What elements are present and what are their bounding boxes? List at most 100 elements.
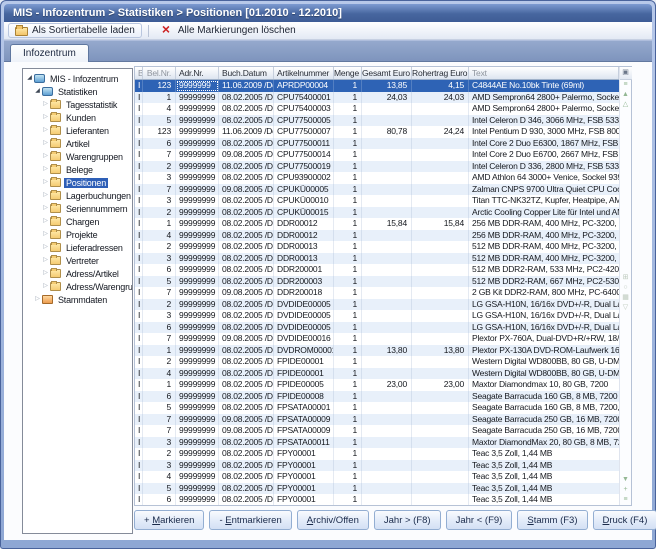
columns-icon[interactable]: ⊞ xyxy=(623,273,629,283)
expand-arrow-icon[interactable]: ▷ xyxy=(41,98,50,111)
table-cell[interactable]: 1 xyxy=(143,345,176,357)
table-cell[interactable]: 99999999 xyxy=(176,161,219,173)
table-cell[interactable] xyxy=(362,230,412,242)
table-cell[interactable]: 08.02.2005 /Di xyxy=(219,172,274,184)
table-cell[interactable] xyxy=(412,207,469,219)
table-cell[interactable] xyxy=(412,414,469,426)
table-cell[interactable]: 2 xyxy=(143,356,176,368)
table-cell[interactable]: CPUKÜ00005 xyxy=(274,184,334,196)
table-cell[interactable]: 1 xyxy=(334,195,362,207)
table-cell[interactable] xyxy=(412,310,469,322)
table-cell[interactable] xyxy=(362,287,412,299)
table-cell[interactable]: DVDROM00001 xyxy=(274,345,334,357)
table-cell[interactable]: LG GSA-H10N, 16/16x DVD+/-R, Dual Layer,… xyxy=(469,322,619,334)
table-cell[interactable] xyxy=(362,115,412,127)
table-cell[interactable]: 3 xyxy=(143,253,176,265)
table-cell[interactable]: 5 xyxy=(143,483,176,495)
footer-button-stamm-f3[interactable]: Stamm (F3) xyxy=(517,510,587,530)
table-cell[interactable]: FPY00001 xyxy=(274,494,334,505)
table-row[interactable]: I29999999908.02.2005 /DiDVDIDE000051LG G… xyxy=(135,299,619,311)
table-cell[interactable] xyxy=(362,207,412,219)
table-cell[interactable]: I xyxy=(135,241,143,253)
table-cell[interactable]: Intel Celeron D 336, 2800 MHz, FSB 533 M… xyxy=(469,161,619,173)
table-cell[interactable] xyxy=(362,391,412,403)
table-cell[interactable]: 24,03 xyxy=(362,92,412,104)
table-cell[interactable]: 08.02.2005 /Di xyxy=(219,379,274,391)
collapse-arrow-icon[interactable]: ◢ xyxy=(33,85,42,98)
table-cell[interactable]: DVDIDE00005 xyxy=(274,299,334,311)
table-cell[interactable] xyxy=(362,356,412,368)
table-cell[interactable]: 80,78 xyxy=(362,126,412,138)
table-cell[interactable]: I xyxy=(135,287,143,299)
table-row[interactable]: I39999999908.02.2005 /DiCPU939000021AMD … xyxy=(135,172,619,184)
table-cell[interactable]: CPU75400001 xyxy=(274,92,334,104)
tree-item-adress-artikel[interactable]: ▷Adress/Artikel xyxy=(23,267,132,280)
expand-arrow-icon[interactable]: ▷ xyxy=(41,111,50,124)
table-cell[interactable]: DDR00012 xyxy=(274,230,334,242)
table-row[interactable]: I69999999908.02.2005 /DiCPU775000111Inte… xyxy=(135,138,619,150)
table-cell[interactable]: LG GSA-H10N, 16/16x DVD+/-R, Dual Layer,… xyxy=(469,310,619,322)
table-cell[interactable]: 512 MB DDR2-RAM, 533 MHz, PC2-4200, MDT xyxy=(469,264,619,276)
table-cell[interactable]: C4844AE No.10bk Tinte (69ml) xyxy=(469,80,619,92)
table-cell[interactable]: Maxtor DiamondMax 20, 80 GB, 8 MB, 7200 xyxy=(469,437,619,449)
table-cell[interactable] xyxy=(412,149,469,161)
table-row[interactable]: I1239999999911.06.2009 /DoCPU77500007180… xyxy=(135,126,619,138)
table-cell[interactable]: 1 xyxy=(334,437,362,449)
table-cell[interactable]: CPUKÜ00010 xyxy=(274,195,334,207)
collapse-arrow-icon[interactable]: ◢ xyxy=(25,72,34,85)
table-cell[interactable] xyxy=(412,322,469,334)
table-cell[interactable] xyxy=(412,391,469,403)
table-cell[interactable]: 1 xyxy=(334,103,362,115)
table-cell[interactable]: 08.02.2005 /Di xyxy=(219,460,274,472)
table-row[interactable]: I19999999908.02.2005 /DiFPIDE00005123,00… xyxy=(135,379,619,391)
table-cell[interactable]: 09.08.2005 /Di xyxy=(219,333,274,345)
table-row[interactable]: I59999999908.02.2005 /DiFPY000011Teac 3,… xyxy=(135,483,619,495)
table-cell[interactable]: 1 xyxy=(334,253,362,265)
table-row[interactable]: I19999999908.02.2005 /DiDVDROM00001113,8… xyxy=(135,345,619,357)
table-cell[interactable]: APRDP00004 xyxy=(274,80,334,92)
table-cell[interactable]: 99999999 xyxy=(176,391,219,403)
table-cell[interactable] xyxy=(412,195,469,207)
table-cell[interactable] xyxy=(412,483,469,495)
table-cell[interactable]: I xyxy=(135,195,143,207)
footer-button-entmarkieren[interactable]: - Entmarkieren xyxy=(209,510,291,530)
table-cell[interactable]: 99999999 xyxy=(176,218,219,230)
table-row[interactable]: I39999999908.02.2005 /DiCPUKÜ000101Titan… xyxy=(135,195,619,207)
table-cell[interactable]: 24,03 xyxy=(412,92,469,104)
table-cell[interactable]: CPU93900002 xyxy=(274,172,334,184)
table-cell[interactable] xyxy=(412,103,469,115)
expand-arrow-icon[interactable]: ▷ xyxy=(41,254,50,267)
table-cell[interactable]: FPSATA00011 xyxy=(274,437,334,449)
table-cell[interactable]: I xyxy=(135,172,143,184)
table-cell[interactable]: 1 xyxy=(334,322,362,334)
table-cell[interactable]: FPIDE00008 xyxy=(274,391,334,403)
table-cell[interactable]: DVDIDE00016 xyxy=(274,333,334,345)
table-cell[interactable]: Seagate Barracuda 250 GB, 16 MB, 7200, N… xyxy=(469,414,619,426)
table-cell[interactable] xyxy=(362,310,412,322)
table-cell[interactable]: 3 xyxy=(143,437,176,449)
expand-arrow-icon[interactable]: ▷ xyxy=(41,202,50,215)
table-cell[interactable]: FPSATA00001 xyxy=(274,402,334,414)
table-cell[interactable]: I xyxy=(135,483,143,495)
table-cell[interactable]: 99999999 xyxy=(176,138,219,150)
table-cell[interactable]: 99999999 xyxy=(176,414,219,426)
table-cell[interactable]: 08.02.2005 /Di xyxy=(219,448,274,460)
table-cell[interactable]: 256 MB DDR-RAM, 400 MHz, PC-3200, MDT xyxy=(469,230,619,242)
table-row[interactable]: I39999999908.02.2005 /DiFPSATA000111Maxt… xyxy=(135,437,619,449)
table-cell[interactable]: CPU77500005 xyxy=(274,115,334,127)
table-cell[interactable]: 99999999 xyxy=(176,379,219,391)
table-cell[interactable]: 256 MB DDR-RAM, 400 MHz, PC-3200, MDT xyxy=(469,218,619,230)
table-cell[interactable]: CPU77500019 xyxy=(274,161,334,173)
add-row-icon[interactable]: + xyxy=(623,485,627,495)
table-cell[interactable]: 15,84 xyxy=(412,218,469,230)
table-cell[interactable]: 99999999 xyxy=(176,471,219,483)
table-cell[interactable]: Intel Core 2 Duo E6300, 1867 MHz, FSB 10… xyxy=(469,138,619,150)
table-cell[interactable]: I xyxy=(135,299,143,311)
table-row[interactable]: I69999999908.02.2005 /DiDDR2000011512 MB… xyxy=(135,264,619,276)
table-cell[interactable]: 99999999 xyxy=(176,126,219,138)
table-cell[interactable]: 1 xyxy=(334,172,362,184)
toolbar-button-als-sortiertabelle-laden[interactable]: Als Sortiertabelle laden xyxy=(8,23,142,38)
table-cell[interactable]: 99999999 xyxy=(176,184,219,196)
table-cell[interactable]: 512 MB DDR-RAM, 400 MHz, PC-3200, Elixir xyxy=(469,241,619,253)
table-cell[interactable] xyxy=(412,368,469,380)
